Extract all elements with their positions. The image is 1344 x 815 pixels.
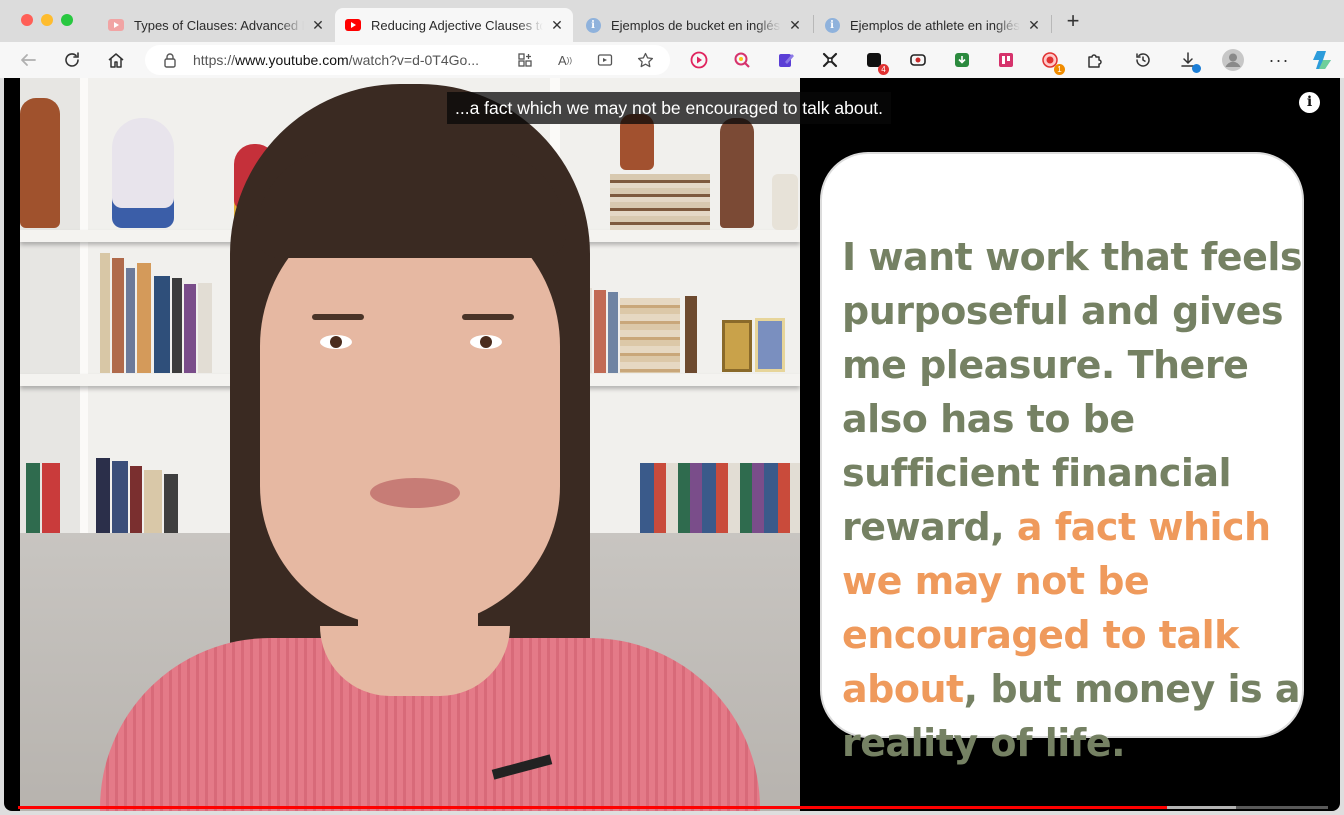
extension-badge: 1 (1054, 64, 1065, 75)
screenshot-icon[interactable] (596, 51, 614, 69)
tab-title: Reducing Adjective Clauses to Adjective … (371, 17, 543, 33)
video-played-bar (18, 806, 1167, 809)
tab-title: Ejemplos de athlete en inglés | Ejemplos (850, 17, 1020, 33)
note-extension-icon[interactable] (776, 50, 796, 70)
window-maximize-button[interactable] (61, 14, 73, 26)
read-aloud-icon[interactable]: A)) (556, 51, 574, 69)
app-available-icon[interactable] (516, 51, 534, 69)
downloads-icon[interactable] (1178, 50, 1201, 73)
video-extension-icon[interactable] (689, 50, 709, 70)
profile-avatar[interactable] (1222, 49, 1244, 71)
info-icon: i (824, 17, 840, 33)
youtube-icon (108, 17, 124, 33)
close-tab-icon[interactable]: ✕ (549, 17, 565, 34)
tab-title: Types of Clauses: Advanced Eng (134, 17, 304, 33)
download-badge (1192, 64, 1201, 73)
reload-button[interactable] (61, 49, 83, 71)
browser-toolbar: https://www.youtube.com/watch?v=d-0T4Go.… (0, 42, 1344, 78)
board-extension-icon[interactable] (996, 50, 1016, 70)
quote-text: I want work that feels purposeful and gi… (842, 235, 1303, 549)
video-player[interactable]: ...a fact which we may not be encouraged… (4, 78, 1340, 811)
copilot-icon[interactable] (1311, 49, 1333, 71)
shuffle-extension-icon[interactable] (820, 50, 840, 70)
info-icon: i (585, 17, 601, 33)
record-extension-icon[interactable] (908, 50, 928, 70)
tab-separator (1051, 15, 1052, 33)
puzzle-extension-icon[interactable] (1085, 50, 1105, 70)
block-extension-icon[interactable]: 4 (864, 50, 889, 75)
video-info-button[interactable]: i (1299, 92, 1320, 113)
back-button[interactable] (17, 49, 39, 71)
download-box-extension-icon[interactable] (952, 50, 972, 70)
more-options-icon[interactable]: ··· (1269, 50, 1289, 70)
tab-types-of-clauses[interactable]: Types of Clauses: Advanced Eng ✕ (98, 8, 334, 42)
target-extension-icon[interactable]: 1 (1040, 50, 1065, 75)
close-tab-icon[interactable]: ✕ (1026, 17, 1042, 34)
lock-icon[interactable] (163, 52, 177, 73)
tab-ejemplos-athlete[interactable]: i Ejemplos de athlete en inglés | Ejempl… (814, 8, 1050, 42)
tab-strip: Types of Clauses: Advanced Eng ✕ Reducin… (0, 0, 1344, 42)
tab-ejemplos-bucket[interactable]: i Ejemplos de bucket en inglés | Ejemplo… (575, 8, 811, 42)
url-text[interactable]: https://www.youtube.com/watch?v=d-0T4Go.… (193, 52, 479, 68)
extension-badge: 4 (878, 64, 889, 75)
history-icon[interactable] (1133, 50, 1153, 70)
video-buffered-bar (1166, 806, 1237, 809)
video-subtitle: ...a fact which we may not be encouraged… (447, 92, 892, 124)
tab-reducing-adjective-clauses[interactable]: Reducing Adjective Clauses to Adjective … (335, 8, 573, 42)
zoom-search-extension-icon[interactable] (732, 50, 752, 70)
home-button[interactable] (105, 49, 127, 71)
close-tab-icon[interactable]: ✕ (787, 17, 803, 34)
new-tab-button[interactable]: + (1063, 10, 1083, 32)
close-tab-icon[interactable]: ✕ (310, 17, 326, 34)
favorite-star-icon[interactable] (636, 51, 654, 69)
youtube-icon (345, 17, 361, 33)
page-content: ...a fact which we may not be encouraged… (0, 78, 1344, 815)
video-progress-bar[interactable] (18, 806, 1328, 809)
quote-card-text: I want work that feels purposeful and gi… (842, 230, 1303, 770)
address-bar[interactable]: https://www.youtube.com/watch?v=d-0T4Go.… (145, 45, 670, 75)
tab-title: Ejemplos de bucket en inglés | Ejemplos (611, 17, 781, 33)
window-minimize-button[interactable] (41, 14, 53, 26)
window-close-button[interactable] (21, 14, 33, 26)
video-frame-presenter (20, 78, 800, 811)
